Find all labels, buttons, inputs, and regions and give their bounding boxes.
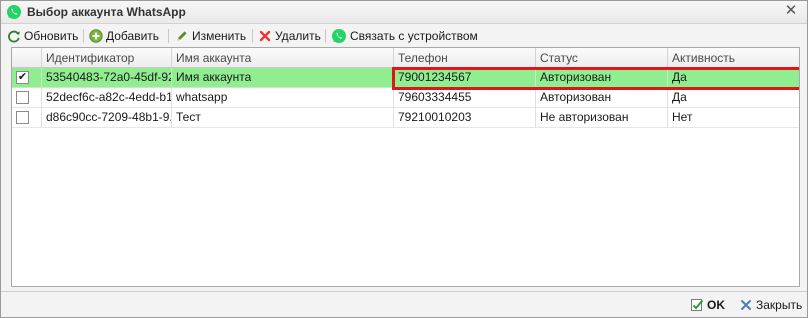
activity-cell: Да [668,88,799,108]
close-icon [741,300,751,310]
refresh-icon [8,30,20,43]
close-label: Закрыть [756,298,803,312]
close-button[interactable]: Закрыть [739,298,802,312]
pencil-icon [177,31,187,41]
column-header-name[interactable]: Имя аккаунта [172,48,394,68]
name-cell: whatsapp [172,88,394,108]
activity-cell: Нет [668,108,799,128]
edit-label: Изменить [192,29,247,43]
column-header-status[interactable]: Статус [536,48,668,68]
activity-cell: Да [668,68,799,88]
column-header-activity[interactable]: Активность [668,48,799,68]
status-cell: Не авторизован [536,108,668,128]
toolbar-separator [325,29,326,43]
whatsapp-icon [7,5,21,19]
title-bar: Выбор аккаунта WhatsApp ✕ [1,1,807,24]
phone-cell: 79210010203 [394,108,536,128]
id-cell: 52decf6c-a82c-4edd-b1... [42,88,172,108]
table-row[interactable]: d86c90cc-7209-48b1-9... Тест 79210010203… [12,108,799,128]
ok-icon [691,299,704,311]
toolbar-separator [252,29,253,43]
refresh-label: Обновить [24,29,79,43]
status-cell: Авторизован [536,88,668,108]
check-cell: ✔ [12,68,42,88]
toolbar-separator [83,29,84,43]
column-header-check [12,48,42,68]
whatsapp-account-dialog: Выбор аккаунта WhatsApp ✕ Обновить Добав… [0,0,808,318]
status-cell: Авторизован [536,68,668,88]
ok-button[interactable]: OK [690,298,725,312]
name-cell: Имя аккаунта [172,68,394,88]
refresh-button[interactable]: Обновить [7,27,78,45]
dialog-footer: OK Закрыть [1,291,807,317]
toolbar-separator [168,29,169,43]
add-button[interactable]: Добавить [89,27,159,45]
table-header: Идентификатор Имя аккаунта Телефон Стату… [12,48,799,68]
toolbar: Обновить Добавить Изменить Удалить Связа… [1,25,807,47]
edit-button[interactable]: Изменить [175,27,246,45]
name-cell: Тест [172,108,394,128]
add-label: Добавить [106,29,160,43]
close-icon[interactable]: ✕ [783,3,799,19]
link-device-label: Связать с устройством [350,29,478,43]
accounts-table: Идентификатор Имя аккаунта Телефон Стату… [11,47,800,287]
check-cell [12,88,42,108]
phone-cell: 79001234567 [394,68,536,88]
link-device-button[interactable]: Связать с устройством [331,27,478,45]
row-checkbox[interactable]: ✔ [16,71,29,84]
id-cell: 53540483-72a0-45df-92... [42,68,172,88]
check-cell [12,108,42,128]
ok-label: OK [707,298,725,312]
add-icon [89,29,103,43]
window-title: Выбор аккаунта WhatsApp [27,5,186,19]
row-checkbox[interactable] [16,91,29,104]
table-row[interactable]: ✔ 53540483-72a0-45df-92... Имя аккаунта … [12,68,799,88]
column-header-id[interactable]: Идентификатор [42,48,172,68]
row-checkbox[interactable] [16,111,29,124]
delete-label: Удалить [275,29,321,43]
delete-icon [259,30,271,42]
phone-cell: 79603334455 [394,88,536,108]
column-header-phone[interactable]: Телефон [394,48,536,68]
delete-button[interactable]: Удалить [258,27,321,45]
whatsapp-icon [332,29,346,43]
id-cell: d86c90cc-7209-48b1-9... [42,108,172,128]
table-row[interactable]: 52decf6c-a82c-4edd-b1... whatsapp 796033… [12,88,799,108]
